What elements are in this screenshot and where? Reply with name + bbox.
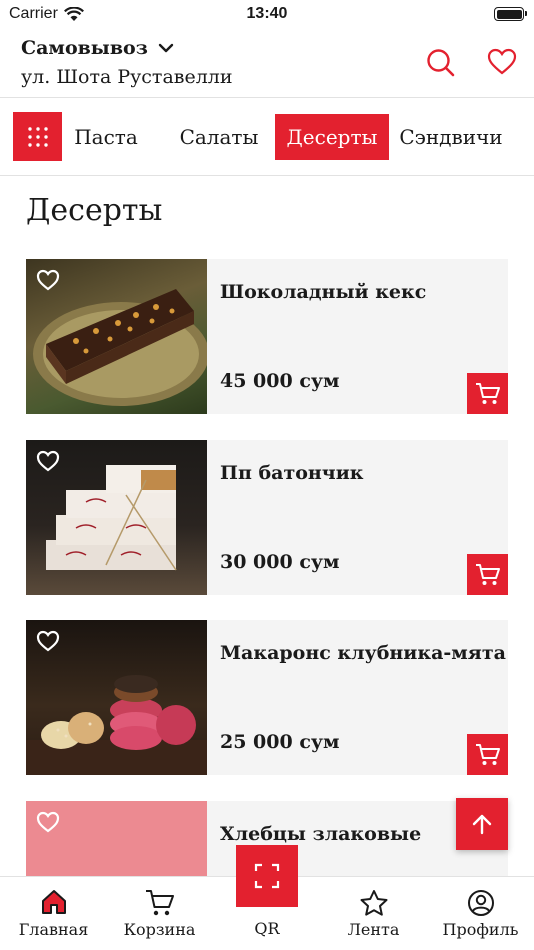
tab-salads[interactable]: Салаты bbox=[176, 114, 262, 160]
status-time: 13:40 bbox=[246, 5, 288, 22]
arrow-up-icon bbox=[472, 814, 492, 835]
add-to-cart-button[interactable] bbox=[467, 734, 508, 775]
qr-scan-icon bbox=[254, 863, 280, 889]
favorite-heart-icon[interactable] bbox=[36, 450, 60, 472]
section-title: Десерты bbox=[26, 193, 163, 228]
product-price: 25 000 сум bbox=[220, 731, 340, 753]
favorites-button[interactable] bbox=[487, 48, 517, 78]
pickup-address[interactable]: ул. Шота Руставелли bbox=[21, 66, 233, 88]
cart-icon bbox=[145, 890, 174, 916]
nav-profile-label: Профиль bbox=[442, 920, 519, 939]
product-name: Макаронс клубника-мята bbox=[220, 642, 506, 664]
product-card[interactable]: Пп батончик 30 000 сум bbox=[26, 440, 508, 595]
cart-icon bbox=[475, 743, 500, 765]
product-image bbox=[26, 259, 207, 414]
nav-profile[interactable]: Профиль bbox=[427, 877, 534, 950]
nav-home[interactable]: Главная bbox=[0, 877, 107, 950]
nav-cart[interactable]: Корзина bbox=[106, 877, 213, 950]
nav-qr-label[interactable]: QR bbox=[236, 919, 298, 938]
nav-cart-label: Корзина bbox=[123, 920, 196, 939]
delivery-mode-selector[interactable]: Самовывоз bbox=[21, 37, 174, 59]
product-card[interactable]: Макаронс клубника-мята 25 000 сум bbox=[26, 620, 508, 775]
tab-pasta[interactable]: Паста bbox=[70, 114, 142, 160]
category-tabs: Паста Салаты Десерты Сэндвичи bbox=[0, 98, 534, 176]
product-card[interactable]: Шоколадный кекс 45 000 сум bbox=[26, 259, 508, 414]
product-name: Пп батончик bbox=[220, 462, 364, 484]
star-icon bbox=[360, 890, 387, 916]
heart-icon bbox=[487, 48, 517, 75]
scroll-to-top-button[interactable] bbox=[456, 798, 508, 850]
home-icon bbox=[41, 890, 66, 914]
delivery-mode-label: Самовывоз bbox=[21, 37, 148, 59]
grid-icon bbox=[27, 126, 48, 147]
all-categories-button[interactable] bbox=[13, 112, 62, 161]
search-button[interactable] bbox=[426, 48, 456, 78]
qr-scan-button[interactable] bbox=[236, 845, 298, 907]
profile-icon bbox=[467, 890, 494, 916]
product-image bbox=[26, 440, 207, 595]
favorite-heart-icon[interactable] bbox=[36, 630, 60, 652]
tab-desserts[interactable]: Десерты bbox=[275, 114, 389, 160]
nav-home-label: Главная bbox=[18, 920, 89, 939]
favorite-heart-icon[interactable] bbox=[36, 811, 60, 833]
battery-icon bbox=[494, 7, 527, 21]
chevron-down-icon bbox=[158, 43, 174, 53]
tab-sandwiches[interactable]: Сэндвичи bbox=[397, 114, 505, 160]
product-image bbox=[26, 620, 207, 775]
status-bar: Carrier 13:40 bbox=[0, 0, 534, 28]
favorite-heart-icon[interactable] bbox=[36, 269, 60, 291]
nav-feed-label: Лента bbox=[347, 920, 400, 939]
add-to-cart-button[interactable] bbox=[467, 373, 508, 414]
product-price: 30 000 сум bbox=[220, 551, 340, 573]
search-icon bbox=[427, 49, 455, 77]
product-price: 45 000 сум bbox=[220, 370, 340, 392]
product-name: Шоколадный кекс bbox=[220, 281, 427, 303]
add-to-cart-button[interactable] bbox=[467, 554, 508, 595]
nav-feed[interactable]: Лента bbox=[320, 877, 427, 950]
product-name: Хлебцы злаковые bbox=[220, 823, 422, 845]
cart-icon bbox=[475, 382, 500, 404]
product-image bbox=[26, 801, 207, 876]
header: Самовывоз ул. Шота Руставелли bbox=[0, 28, 534, 98]
cart-icon bbox=[475, 563, 500, 585]
